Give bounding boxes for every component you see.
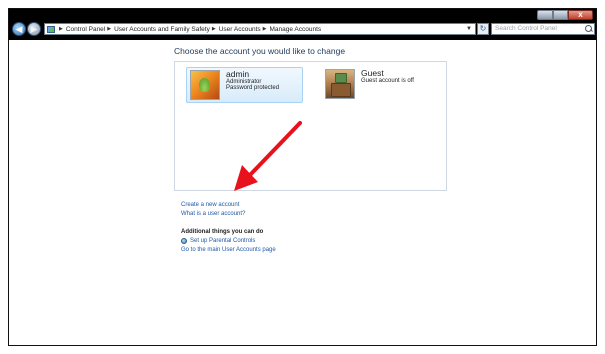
annotation-arrow-icon — [234, 121, 302, 191]
control-panel-window: x ◀ ▶ ▶ Control Panel ▶ User Accounts an… — [8, 8, 597, 346]
